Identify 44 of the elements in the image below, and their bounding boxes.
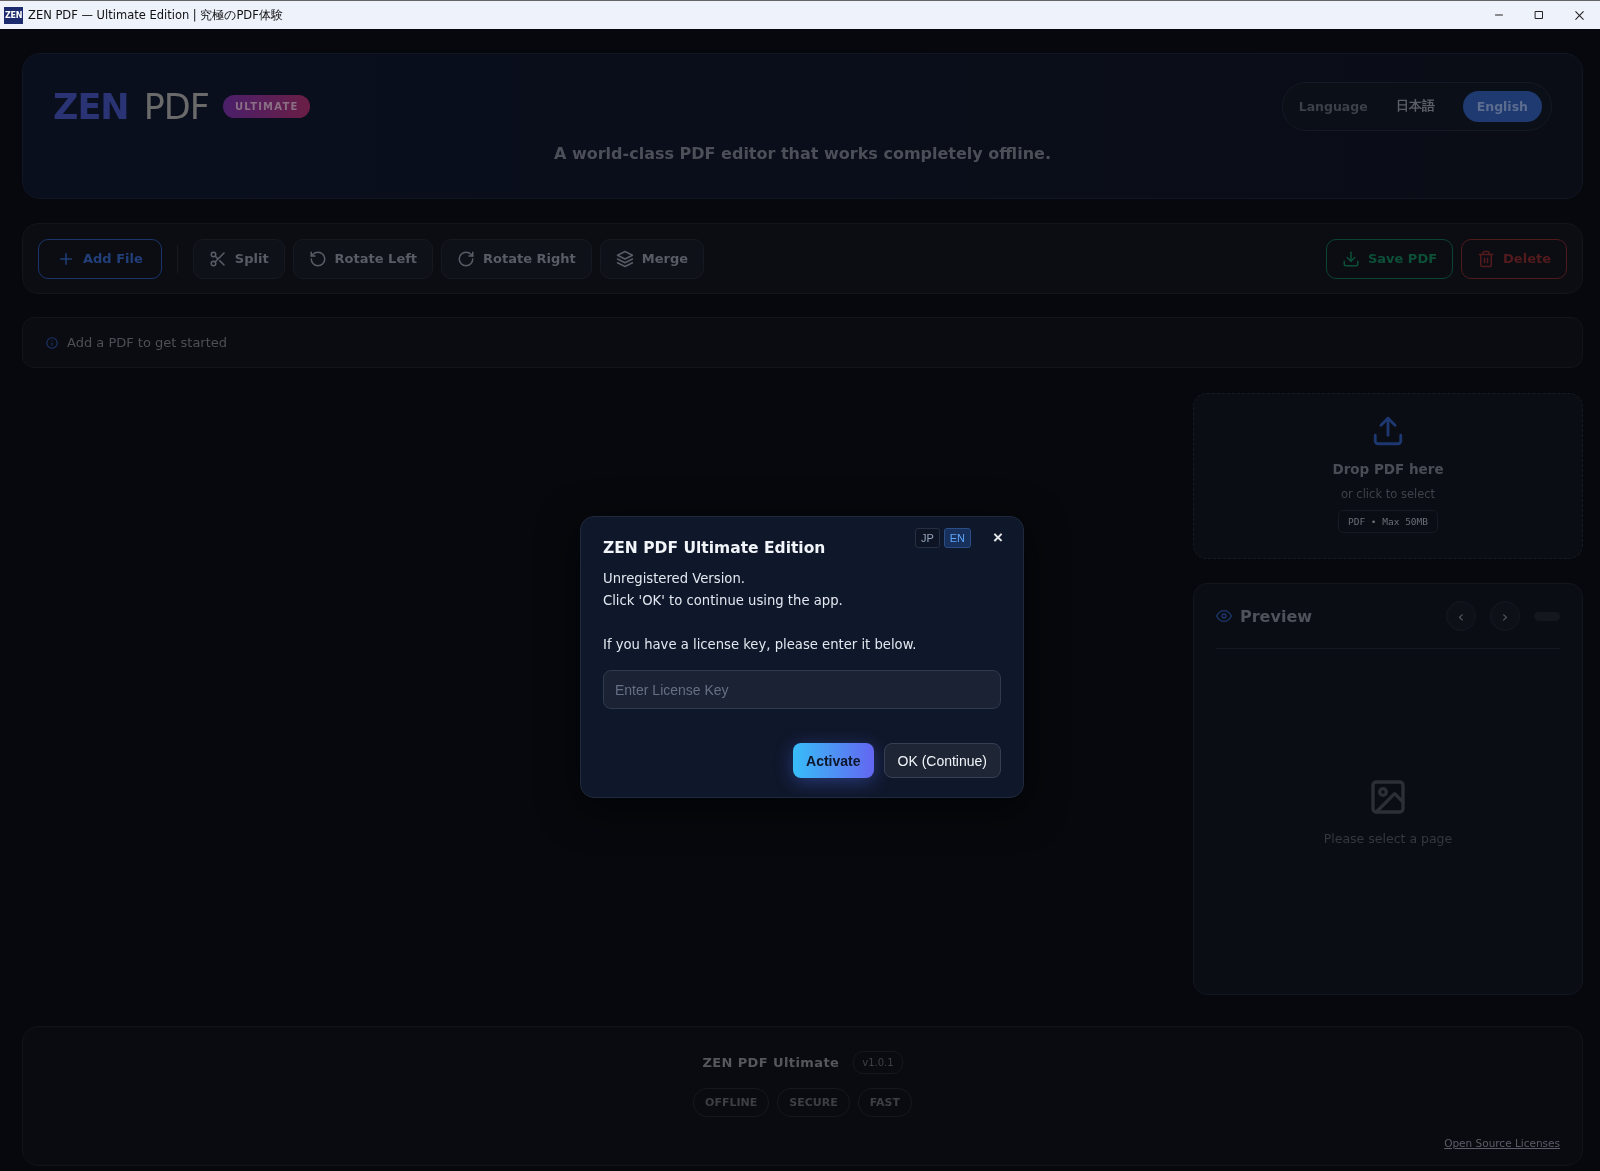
rotate-right-icon bbox=[457, 249, 476, 268]
file-limit-hint: PDF • Max 50MB bbox=[1337, 510, 1439, 533]
rotate-left-icon bbox=[308, 249, 327, 268]
image-icon bbox=[1368, 777, 1408, 817]
licenses-link[interactable]: Open Source Licenses bbox=[1444, 1137, 1560, 1149]
activate-button[interactable]: Activate bbox=[793, 743, 874, 778]
drop-title: Drop PDF here bbox=[1332, 461, 1444, 477]
dialog-language-toggle[interactable]: JP bbox=[914, 528, 940, 548]
edition-badge: ULTIMATE bbox=[222, 95, 311, 118]
tool-button[interactable]: Rotate Right bbox=[441, 238, 592, 279]
footer-app-name: ZEN PDF Ultimate bbox=[702, 1055, 840, 1070]
eye-icon bbox=[1216, 608, 1232, 624]
next-page-button[interactable]: › bbox=[1490, 601, 1520, 631]
tool-button[interactable]: Split bbox=[192, 238, 285, 279]
scissors-icon bbox=[208, 249, 227, 268]
trash-icon bbox=[1477, 249, 1496, 268]
window-title: ZEN PDF — Ultimate Edition | 究極のPDF体験 bbox=[28, 7, 284, 23]
preview-title: Preview bbox=[1240, 606, 1313, 626]
language-option[interactable]: English bbox=[1462, 91, 1542, 122]
continue-button[interactable]: OK (Continue) bbox=[883, 743, 1001, 778]
tool-button[interactable]: Rotate Left bbox=[292, 238, 434, 279]
dialog-note: If you have a license key, please enter it below. bbox=[603, 636, 918, 654]
close-icon[interactable] bbox=[1573, 8, 1586, 22]
info-icon bbox=[45, 335, 59, 350]
dialog-title: ZEN PDF Ultimate Edition bbox=[603, 539, 827, 557]
layers-icon bbox=[615, 249, 634, 268]
status-message: Add a PDF to get started bbox=[67, 335, 228, 350]
download-icon bbox=[1341, 249, 1360, 268]
delete-button[interactable]: Delete bbox=[1461, 238, 1567, 279]
dialog-language-toggle[interactable]: EN bbox=[943, 528, 972, 548]
language-option[interactable]: 日本語 bbox=[1381, 90, 1449, 123]
close-button[interactable]: × bbox=[989, 528, 1007, 548]
tool-button[interactable]: Merge bbox=[599, 238, 705, 279]
add-file-button[interactable]: Add File bbox=[38, 238, 162, 279]
dialog-message: Unregistered Version. bbox=[603, 570, 746, 588]
previous-page-button[interactable]: ‹ bbox=[1446, 601, 1476, 631]
dialog-message: Click 'OK' to continue using the app. bbox=[603, 592, 844, 610]
app-logo: ZEN PDF bbox=[53, 86, 209, 127]
tagline: A world-class PDF editor that works completely offline. bbox=[553, 144, 1052, 163]
save-button[interactable]: Save PDF bbox=[1325, 238, 1454, 279]
maximize-icon[interactable] bbox=[1533, 8, 1545, 21]
upload-icon bbox=[1371, 414, 1405, 448]
app-icon: ZEN bbox=[4, 6, 23, 24]
license-key-field[interactable]: Enter License Key bbox=[603, 670, 1001, 709]
